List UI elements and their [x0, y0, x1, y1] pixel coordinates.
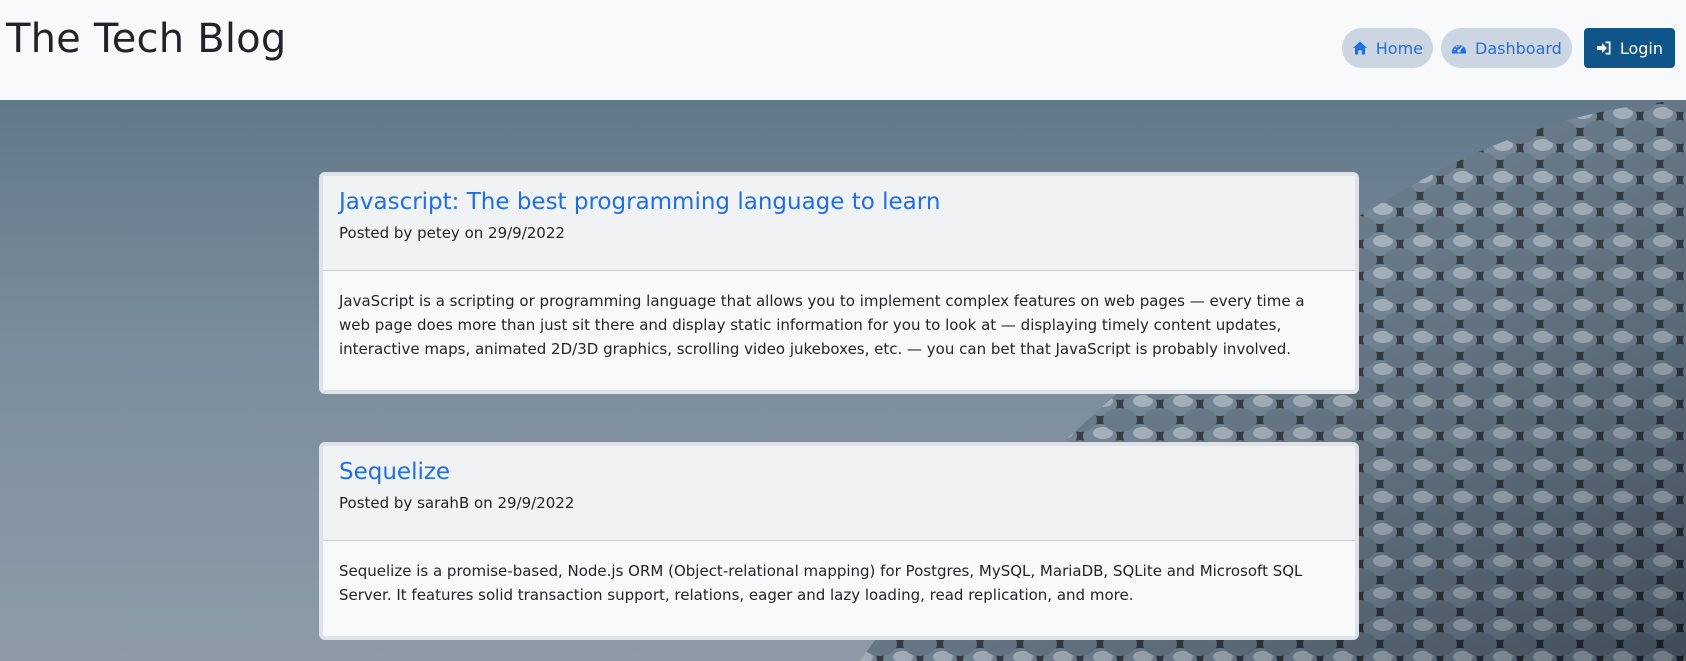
site-header: The Tech Blog Home Dashboard Login — [0, 0, 1686, 100]
post-header: Javascript: The best programming languag… — [323, 176, 1355, 271]
post-body: Sequelize is a promise-based, Node.js OR… — [339, 562, 1303, 604]
post-card: Sequelize Posted by sarahB on 29/9/2022 … — [319, 442, 1359, 640]
home-label: Home — [1375, 38, 1424, 58]
login-button[interactable]: Login — [1583, 28, 1675, 68]
sign-in-icon — [1596, 41, 1611, 55]
post-title-link[interactable]: Javascript: The best programming languag… — [339, 188, 1339, 216]
dashboard-button[interactable]: Dashboard — [1441, 28, 1572, 68]
post-meta: Posted by petey on 29/9/2022 — [339, 224, 565, 242]
login-label: Login — [1619, 38, 1663, 58]
post-card: Javascript: The best programming languag… — [319, 172, 1359, 394]
home-icon — [1352, 41, 1367, 55]
dashboard-icon — [1452, 45, 1467, 54]
post-meta: Posted by sarahB on 29/9/2022 — [339, 494, 575, 512]
home-button[interactable]: Home — [1341, 28, 1434, 68]
post-body: JavaScript is a scripting or programming… — [339, 292, 1305, 358]
site-title: The Tech Blog — [6, 16, 287, 62]
main-nav: Home Dashboard Login — [1341, 28, 1675, 68]
post-title-link[interactable]: Sequelize — [339, 458, 1339, 486]
post-header: Sequelize Posted by sarahB on 29/9/2022 — [323, 446, 1355, 541]
dashboard-label: Dashboard — [1475, 38, 1562, 58]
